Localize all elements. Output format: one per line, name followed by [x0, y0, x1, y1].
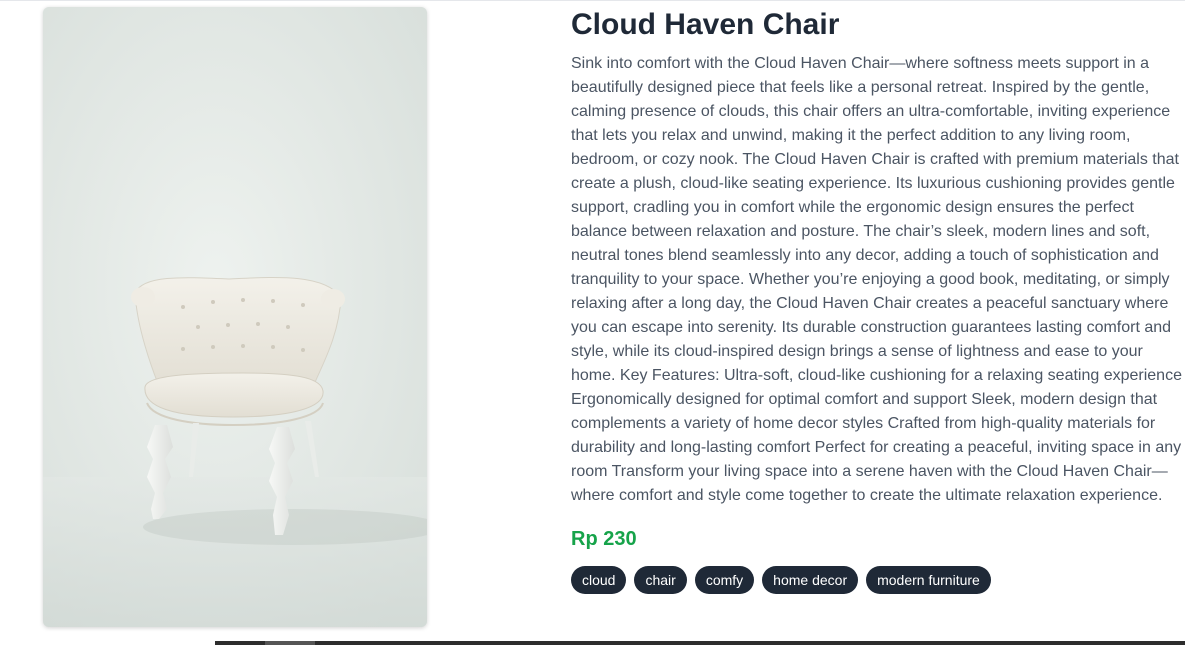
horizontal-scrollbar-thumb[interactable]	[265, 641, 315, 645]
horizontal-scrollbar-track[interactable]	[215, 641, 1185, 645]
tag-chair[interactable]: chair	[634, 566, 687, 594]
chair-photo	[43, 7, 427, 627]
product-title: Cloud Haven Chair	[571, 8, 840, 41]
tag-home-decor[interactable]: home decor	[762, 566, 859, 594]
product-description: Sink into comfort with the Cloud Haven C…	[571, 55, 1182, 504]
product-price: Rp 230	[571, 528, 637, 550]
tag-comfy[interactable]: comfy	[694, 566, 755, 594]
tag-modern-furniture[interactable]: modern furniture	[866, 566, 991, 594]
product-image	[43, 7, 427, 627]
product-info: Cloud Haven Chair Sink into comfort with…	[571, 8, 1185, 594]
top-divider	[0, 0, 1185, 1]
tag-cloud[interactable]: cloud	[571, 566, 627, 594]
tag-list: cloud chair comfy home decor modern furn…	[571, 566, 1185, 594]
